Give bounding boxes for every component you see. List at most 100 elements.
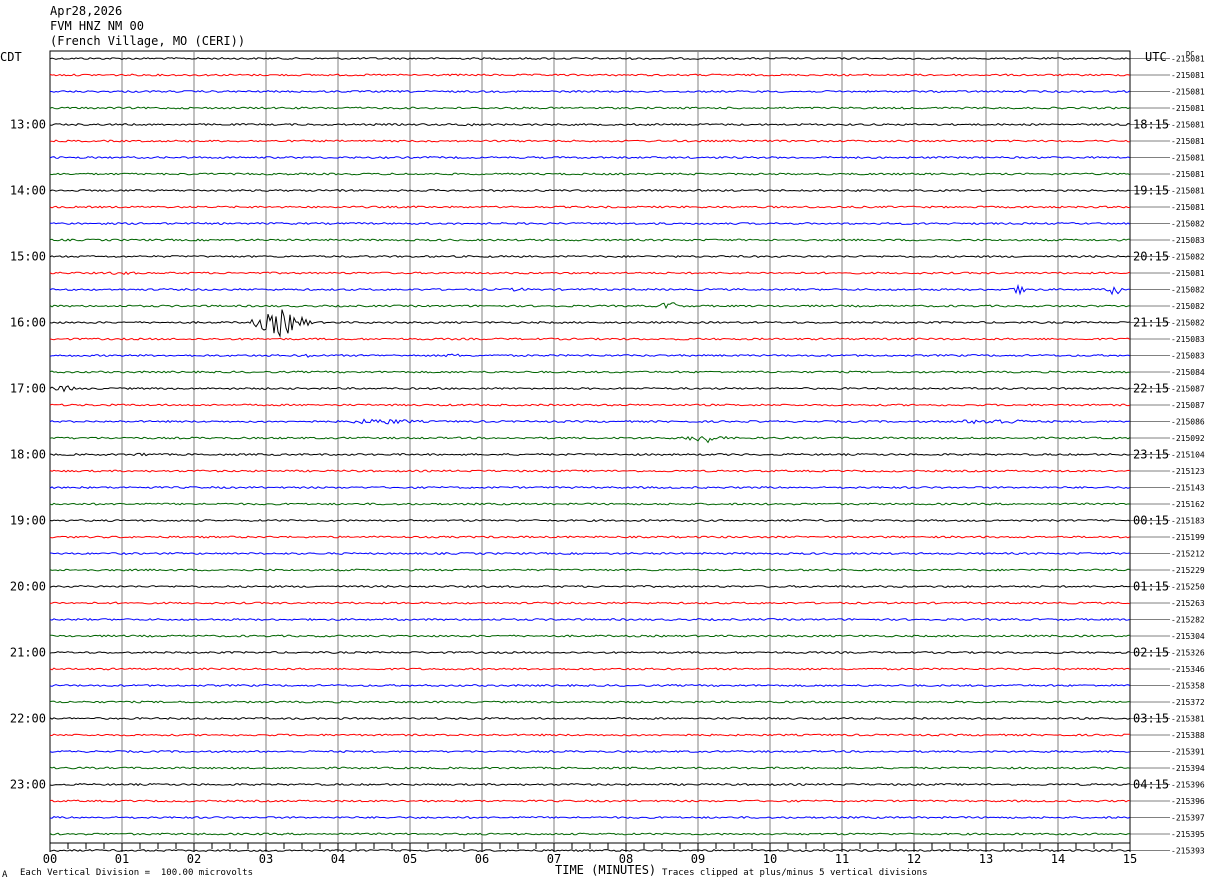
- dc-offset-label: -215388: [1171, 731, 1205, 740]
- left-hour-label: 13:00: [10, 118, 46, 132]
- dc-offset-label: -215396: [1171, 781, 1205, 790]
- trace-line: [49, 238, 1131, 242]
- dc-offset-label: -215087: [1171, 401, 1205, 410]
- dc-offset-label: -215394: [1171, 764, 1205, 773]
- trace-line: [49, 700, 1131, 704]
- dc-offset-label: -215162: [1171, 500, 1205, 509]
- right-hour-label: 23:15: [1133, 448, 1169, 462]
- trace-line: [49, 485, 1131, 489]
- trace-line: [49, 271, 1131, 275]
- dc-offset-label: -215081: [1171, 269, 1205, 278]
- dc-offset-label: -215081: [1171, 170, 1205, 179]
- dc-offset-label: -215083: [1171, 335, 1205, 344]
- dc-offset-label: -215395: [1171, 830, 1205, 839]
- dc-offset-label: -215082: [1171, 319, 1205, 328]
- dc-offset-label: -215143: [1171, 484, 1205, 493]
- scale-note: Each Vertical Division = 100.00 microvol…: [20, 868, 253, 878]
- x-tick-label: 10: [763, 852, 777, 866]
- left-hour-label: 15:00: [10, 250, 46, 264]
- dc-offset-label: -215263: [1171, 599, 1205, 608]
- x-axis-title: TIME (MINUTES): [555, 863, 657, 877]
- trace-line: [49, 106, 1131, 110]
- left-hour-label: 16:00: [10, 316, 46, 330]
- left-hour-label: 14:00: [10, 184, 46, 198]
- trace-line: [49, 568, 1131, 572]
- dc-offset-label: -215092: [1171, 434, 1205, 443]
- trace-line: [49, 518, 1131, 522]
- right-hour-label: 03:15: [1133, 712, 1169, 726]
- trace-line: [49, 766, 1131, 770]
- dc-offset-label: -215087: [1171, 385, 1205, 394]
- dc-offset-label: -215082: [1171, 220, 1205, 229]
- dc-offset-label: -215104: [1171, 451, 1205, 460]
- left-hour-label: 17:00: [10, 382, 46, 396]
- left-hour-label: 22:00: [10, 712, 46, 726]
- trace-line: [49, 188, 1131, 193]
- trace-line: [49, 716, 1131, 721]
- left-hour-label: 21:00: [10, 646, 46, 660]
- trace-line: [49, 370, 1131, 374]
- left-hour-label: 19:00: [10, 514, 46, 528]
- trace-line: [49, 733, 1130, 737]
- trace-line: [49, 283, 1131, 296]
- dc-offset-label: -215199: [1171, 533, 1205, 542]
- trace-line: [49, 435, 1131, 444]
- corner-mark: A: [2, 870, 8, 880]
- dc-offset-label: -215396: [1171, 797, 1205, 806]
- trace-line: [49, 403, 1131, 407]
- trace-line: [49, 782, 1130, 787]
- x-tick-label: 02: [187, 852, 201, 866]
- dc-offset-label: -215381: [1171, 715, 1205, 724]
- dc-offset-label: -215372: [1171, 698, 1205, 707]
- dc-offset-label: -215326: [1171, 649, 1205, 658]
- dc-offset-label: -215086: [1171, 418, 1205, 427]
- dc-offset-label: -215081: [1171, 88, 1205, 97]
- dc-offset-label: -215250: [1171, 583, 1205, 592]
- dc-offset-label: -215123: [1171, 467, 1205, 476]
- right-hour-label: 20:15: [1133, 250, 1169, 264]
- x-tick-label: 14: [1051, 852, 1065, 866]
- dc-offset-label: -215358: [1171, 682, 1205, 691]
- trace-line: [49, 89, 1131, 94]
- dc-offset-label: -215082: [1171, 302, 1205, 311]
- trace-line: [49, 205, 1130, 209]
- trace-line: [49, 848, 1131, 853]
- trace-line: [49, 122, 1131, 127]
- trace-line: [49, 502, 1131, 506]
- right-hour-label: 22:15: [1133, 382, 1169, 396]
- seismogram-plot: -215081 -215081 -215081 -215081 -215081 -2150…: [10, 50, 1205, 866]
- dc-offset-label: -215081: [1171, 203, 1205, 212]
- dc-offset-label: -215393: [1171, 847, 1205, 856]
- trace-line: [49, 469, 1131, 473]
- dc-offset-label: -215081: [1171, 154, 1205, 163]
- trace-line: [49, 585, 1131, 589]
- dc-offset-label: -215081: [1171, 71, 1205, 80]
- trace-line: [49, 667, 1131, 671]
- dc-offset-label: -215229: [1171, 566, 1205, 575]
- trace-line: [49, 452, 1131, 457]
- right-hour-label: 21:15: [1133, 316, 1169, 330]
- dc-offset-label: -215397: [1171, 814, 1205, 823]
- trace-line: [49, 139, 1131, 143]
- right-hour-label: 00:15: [1133, 514, 1169, 528]
- dc-offset-label: -215081: [1171, 104, 1205, 113]
- right-hour-label: 18:15: [1133, 118, 1169, 132]
- dc-offset-label: -215084: [1171, 368, 1205, 377]
- trace-line: [49, 551, 1131, 556]
- x-tick-label: 09: [691, 852, 705, 866]
- dc-offset-label: -215391: [1171, 748, 1205, 757]
- right-hour-label: 02:15: [1133, 646, 1169, 660]
- clip-note: Traces clipped at plus/minus 5 vertical …: [662, 868, 928, 878]
- x-tick-label: 00: [43, 852, 57, 866]
- dc-offset-label: -215183: [1171, 517, 1205, 526]
- plot-frame: [49, 50, 1131, 844]
- trace-line: [49, 309, 1131, 339]
- trace-line: [49, 221, 1131, 226]
- dc-offset-label: -215081: [1171, 55, 1205, 64]
- dc-offset-label: -215081: [1171, 121, 1205, 130]
- trace-line: [49, 302, 1131, 310]
- right-hour-label: 19:15: [1133, 184, 1169, 198]
- trace-line: [49, 617, 1131, 622]
- left-hour-label: 23:00: [10, 778, 46, 792]
- x-tick-label: 11: [835, 852, 849, 866]
